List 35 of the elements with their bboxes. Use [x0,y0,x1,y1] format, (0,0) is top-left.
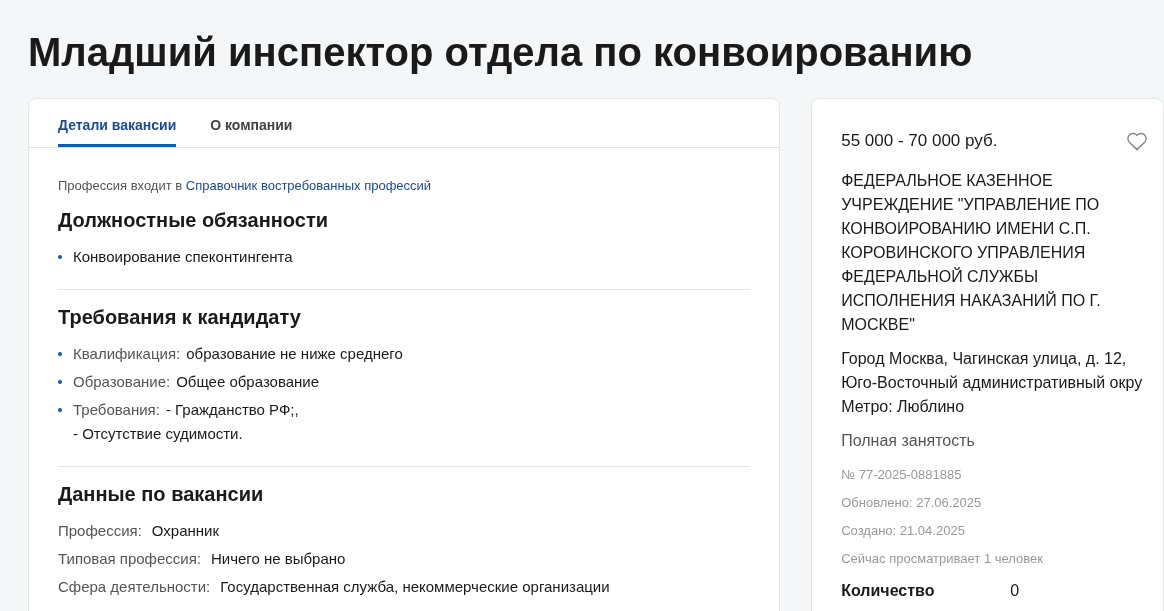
address-line: Город Москва, Чагинская улица, д. 12, [841,349,1128,369]
field-label: Профессия: [58,522,142,539]
bullet-icon [58,408,62,412]
address-line: Метро: Люблино [841,397,966,417]
heart-icon[interactable] [1126,131,1149,151]
applications-count: 0 [1010,581,1020,601]
field-label: Типовая профессия: [58,550,201,567]
section-heading: Требования к кандидату [58,305,302,330]
list-item: Образование: Общее образование [73,372,320,392]
list-item: Конвоирование спеконтингента [73,247,293,267]
section-heading: Должностные обязанности [58,208,329,233]
tab[interactable]: О компании [210,99,293,147]
section-heading: Данные по вакансии [58,482,265,507]
salary: 55 000 - 70 000 руб. [841,130,999,152]
bullet-icon [58,255,62,259]
meta-info: № 77-2025-0881885 [841,466,963,484]
list-item: Требования: - Гражданство РФ;, - Отсутствие судимости. [73,400,299,444]
employer-name: ФЕДЕРАЛЬНОЕ КАЗЕННОЕ УЧРЕЖДЕНИЕ "УПРАВЛЕНИЕ ПО КОНВОИРОВАНИЮ ИМЕНИ С.П. КОРОВИНСКОГО УПРАВЛЕНИЯ ФЕДЕРАЛЬНОЙ СЛУЖБЫ ИСПОЛНЕНИЯ НАКАЗАНИЙ ПО Г. МОСКВЕ" [841,171,1102,335]
applications-label: Количество [841,581,936,601]
profession-note: Профессия входит в Справочник востребованных профессий [58,178,433,193]
meta-info: Обновлено: 27.06.2025 [841,494,983,512]
field-value: Государственная служба, некоммерческие организации [220,578,610,595]
field-value: Ничего не выбрано [210,550,346,567]
tab[interactable]: Детали вакансии [58,99,177,147]
meta-info: Сейчас просматривает 1 человек [841,550,1044,568]
field-label: Сфера деятельности: [58,578,211,595]
directory-link[interactable]: Справочник востребованных профессий [185,178,432,193]
field-value: Охранник [151,522,220,539]
meta-info: Создано: 21.04.2025 [841,522,966,540]
employment-type: Полная занятость [841,431,976,451]
list-item: Квалификация: образование не ниже среднего [73,344,403,364]
bullet-icon [58,380,62,384]
bullet-icon [58,352,62,356]
page-title: Младший инспектор отдела по конвоированию [28,29,974,76]
address-line: Юго-Восточный административный окру [841,373,1144,393]
